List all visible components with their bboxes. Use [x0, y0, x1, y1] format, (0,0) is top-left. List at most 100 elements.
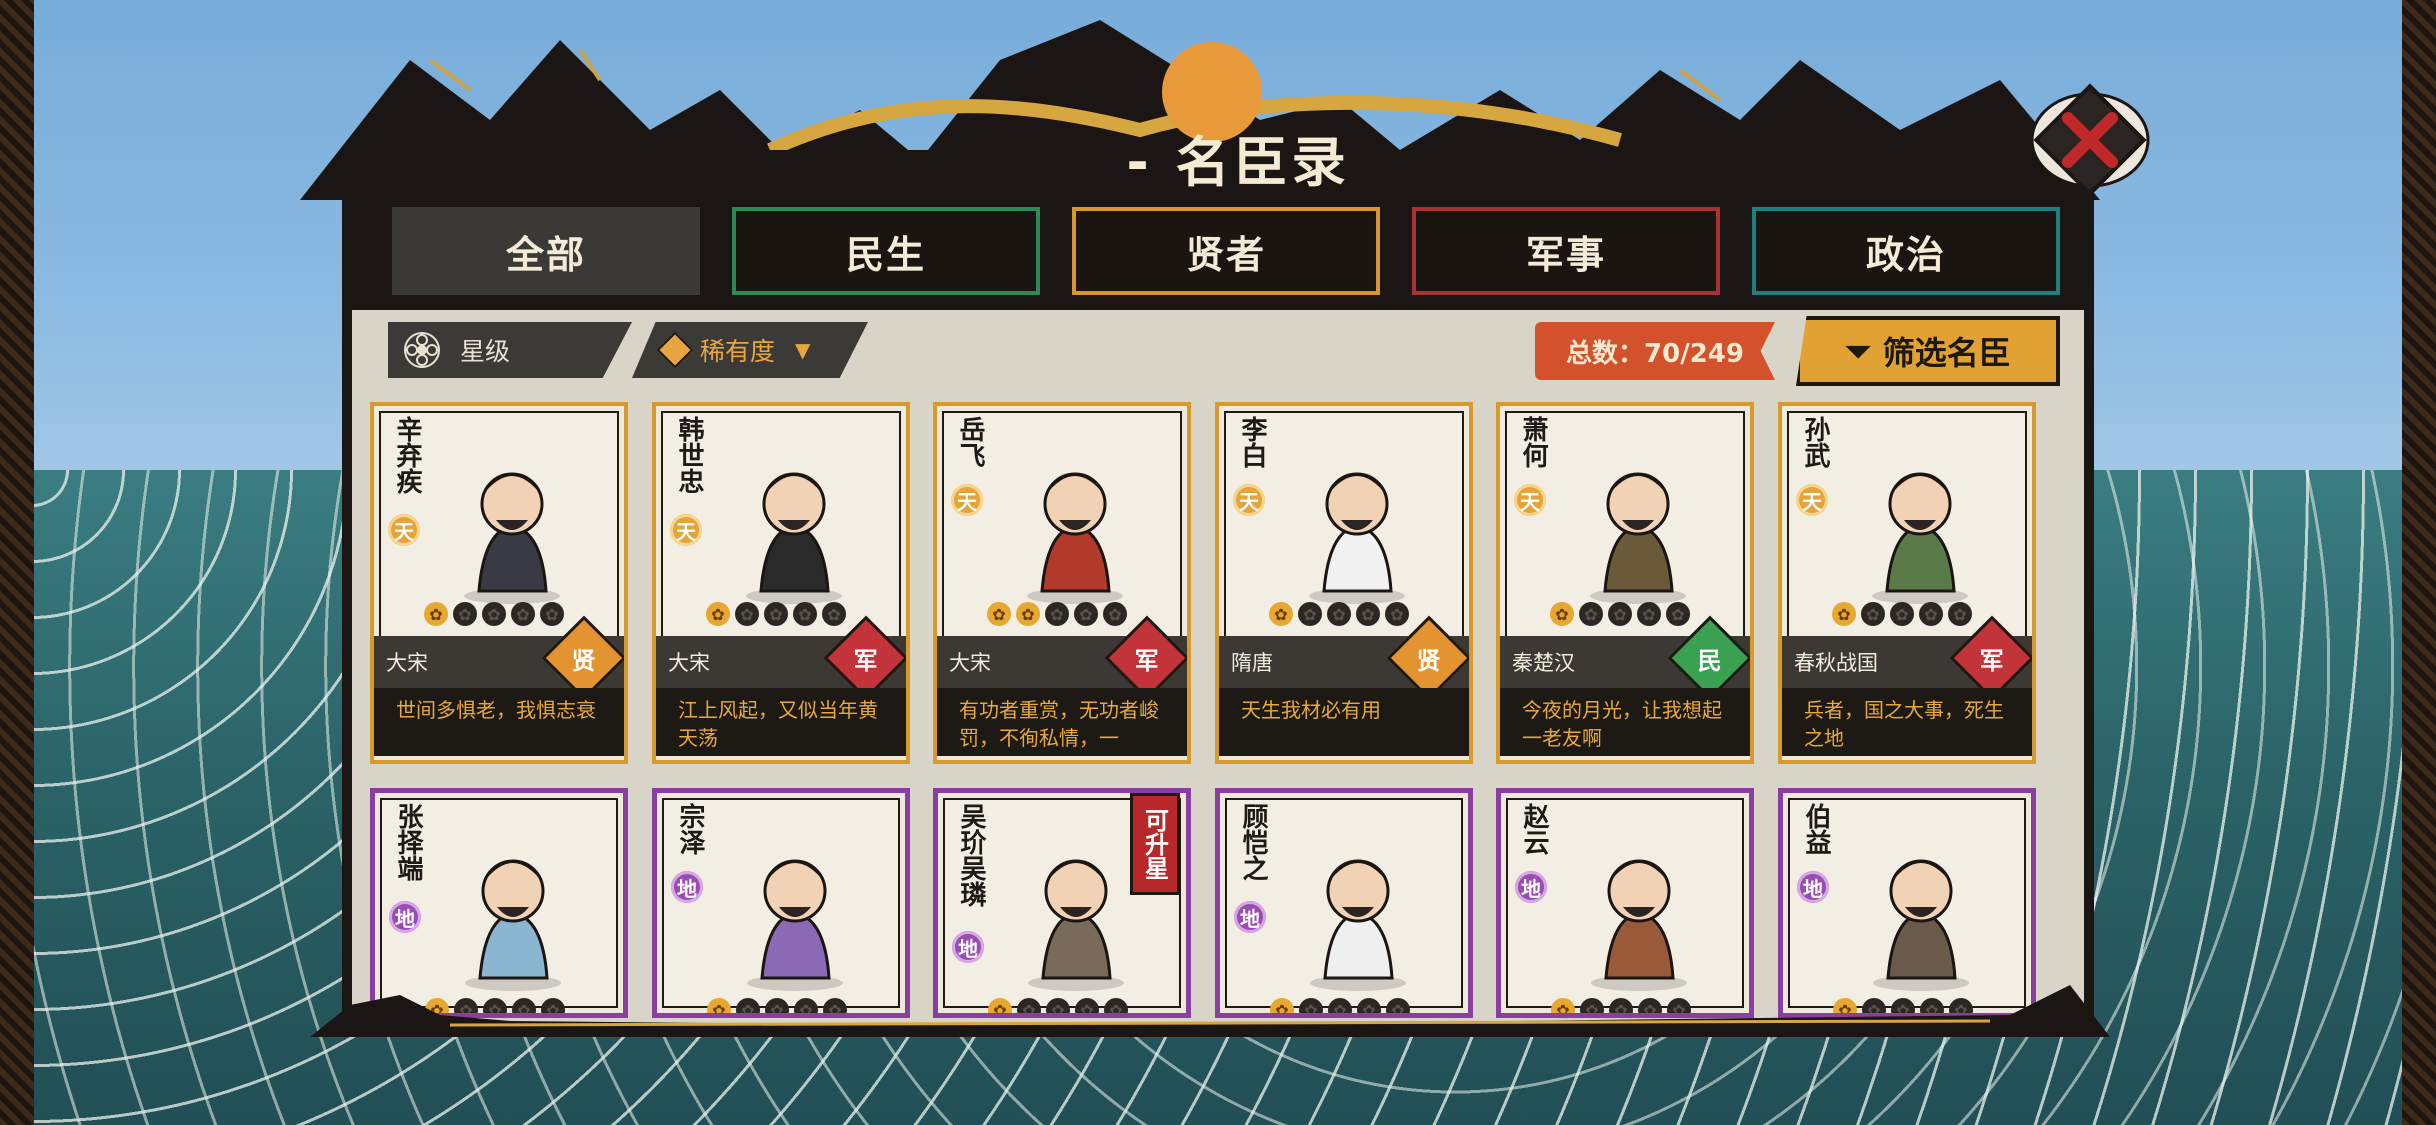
minister-name: 李白 [1237, 416, 1267, 468]
grade-badge: 地 [1234, 901, 1266, 933]
minister-card[interactable]: 岳飞天 ✿ ✿ ✿ ✿ ✿ 大宋军有功者重赏，无功者峻罚，不徇私情，一 [933, 402, 1191, 764]
chevron-down-icon: ▼ [795, 338, 811, 362]
minister-portrait [1027, 472, 1123, 604]
grade-badge: 天 [388, 514, 420, 546]
minister-card[interactable]: 吴玠吴璘地 ✿ ✿ ✿ ✿ ✿ 可升星 [933, 788, 1191, 1018]
minister-card-grid: 辛弃疾天 ✿ ✿ ✿ ✿ ✿ 大宋贤世间多惧老，我惧志衰 韩世忠天 ✿ ✿ ✿ ✿ ✿ 大宋军江上风起，又… [370, 402, 2038, 1030]
grade-badge: 天 [1514, 484, 1546, 516]
tab-politics[interactable]: 政治 [1752, 207, 2060, 295]
star-empty-icon: ✿ [793, 602, 817, 626]
type-badge-label: 民 [1698, 646, 1722, 675]
minister-name: 孙武 [1800, 416, 1830, 468]
star-filled-icon: ✿ [706, 602, 730, 626]
minister-card[interactable]: 顾恺之地 ✿ ✿ ✿ ✿ ✿ [1215, 788, 1473, 1018]
minister-card[interactable]: 赵云地 ✿ ✿ ✿ ✿ ✿ [1496, 788, 1754, 1018]
star-empty-icon: ✿ [1666, 602, 1690, 626]
star-empty-icon: ✿ [1356, 602, 1380, 626]
minister-portrait [1872, 472, 1968, 604]
minister-card[interactable]: 伯益地 ✿ ✿ ✿ ✿ ✿ [1778, 788, 2036, 1018]
minister-card[interactable]: 李白天 ✿ ✿ ✿ ✿ ✿ 隋唐贤天生我材必有用 [1215, 402, 1473, 764]
minister-card[interactable]: 萧何天 ✿ ✿ ✿ ✿ ✿ 秦楚汉民今夜的月光，让我想起一老友啊 [1496, 402, 1754, 764]
type-badge-label: 军 [1135, 646, 1159, 675]
tab-sage[interactable]: 贤者 [1072, 207, 1380, 295]
type-badge-label: 贤 [1417, 646, 1441, 675]
minister-portrait [1028, 859, 1124, 991]
minister-name: 张择端 [393, 803, 423, 881]
star-empty-icon: ✿ [1608, 602, 1632, 626]
star-empty-icon: ✿ [1637, 602, 1661, 626]
grade-badge: 地 [1797, 871, 1829, 903]
star-empty-icon: ✿ [540, 602, 564, 626]
minister-portrait [746, 472, 842, 604]
minister-card[interactable]: 韩世忠天 ✿ ✿ ✿ ✿ ✿ 大宋军江上风起，又似当年黄天荡 [652, 402, 910, 764]
sort-star-label: 星级 [460, 337, 511, 366]
type-badge-label: 军 [1980, 646, 2004, 675]
minister-card[interactable]: 宗泽地 ✿ ✿ ✿ ✿ ✿ [652, 788, 910, 1018]
minister-quote: 有功者重赏，无功者峻罚，不徇私情，一 [937, 688, 1187, 756]
star-empty-icon: ✿ [1298, 602, 1322, 626]
left-frame-border [0, 0, 34, 1125]
star-filled-icon: ✿ [424, 602, 448, 626]
grade-badge: 天 [670, 514, 702, 546]
grade-badge: 天 [1233, 484, 1265, 516]
star-rating: ✿ ✿ ✿ ✿ ✿ [1269, 602, 1409, 626]
minister-name: 宗泽 [675, 803, 705, 855]
diamond-icon [656, 331, 694, 369]
star-rating: ✿ ✿ ✿ ✿ ✿ [1550, 602, 1690, 626]
filter-button-label: 筛选名臣 [1882, 334, 2011, 372]
star-empty-icon: ✿ [453, 602, 477, 626]
star-empty-icon: ✿ [1948, 602, 1972, 626]
sort-bar: 星级 稀有度 ▼ [388, 322, 868, 378]
grade-badge: 天 [951, 484, 983, 516]
star-empty-icon: ✿ [764, 602, 788, 626]
minister-name: 岳飞 [955, 416, 985, 468]
star-empty-icon: ✿ [822, 602, 846, 626]
star-empty-icon: ✿ [1919, 602, 1943, 626]
flower-icon [404, 332, 440, 368]
minister-portrait [1590, 472, 1686, 604]
minister-quote: 江上风起，又似当年黄天荡 [656, 688, 906, 756]
sort-by-star-button[interactable]: 星级 [388, 322, 632, 378]
star-empty-icon: ✿ [1103, 602, 1127, 626]
grade-badge: 地 [389, 901, 421, 933]
star-rating: ✿ ✿ ✿ ✿ ✿ [424, 602, 564, 626]
type-badge-label: 军 [854, 646, 878, 675]
star-rating: ✿ ✿ ✿ ✿ ✿ [706, 602, 846, 626]
filter-ministers-button[interactable]: ⏷ 筛选名臣 [1796, 316, 2060, 386]
minister-quote: 世间多惧老，我惧志衰 [374, 688, 624, 756]
minister-portrait [464, 472, 560, 604]
tab-all[interactable]: 全部 [392, 207, 700, 295]
star-filled-icon: ✿ [1269, 602, 1293, 626]
star-filled-icon: ✿ [1832, 602, 1856, 626]
close-x-icon[interactable] [2030, 78, 2150, 198]
minister-name: 萧何 [1518, 416, 1548, 468]
filter-funnel-icon: ⏷ [1845, 331, 1871, 370]
minister-portrait [1309, 472, 1405, 604]
grade-badge: 地 [671, 871, 703, 903]
minister-quote: 兵者，国之大事，死生之地 [1782, 688, 2032, 756]
star-empty-icon: ✿ [1890, 602, 1914, 626]
minister-portrait [1310, 859, 1406, 991]
tab-military[interactable]: 军事 [1412, 207, 1720, 295]
minister-name: 伯益 [1801, 803, 1831, 855]
minister-portrait [747, 859, 843, 991]
star-rating: ✿ ✿ ✿ ✿ ✿ [1832, 602, 1972, 626]
star-empty-icon: ✿ [1045, 602, 1069, 626]
minister-name: 韩世忠 [674, 416, 704, 494]
sort-by-rarity-button[interactable]: 稀有度 ▼ [632, 322, 868, 378]
grade-badge: 天 [1796, 484, 1828, 516]
right-frame-border [2402, 0, 2436, 1125]
minister-name: 辛弃疾 [392, 416, 422, 494]
minister-card[interactable]: 孙武天 ✿ ✿ ✿ ✿ ✿ 春秋战国军兵者，国之大事，死生之地 [1778, 402, 2036, 764]
star-empty-icon: ✿ [1074, 602, 1098, 626]
sort-rarity-label: 稀有度 [700, 337, 776, 366]
minister-card[interactable]: 张择端地 ✿ ✿ ✿ ✿ ✿ [370, 788, 628, 1018]
minister-name: 顾恺之 [1238, 803, 1268, 881]
minister-portrait [1873, 859, 1969, 991]
category-tabs: 全部 民生 贤者 军事 政治 [392, 207, 2062, 299]
minister-portrait [465, 859, 561, 991]
star-rating: ✿ ✿ ✿ ✿ ✿ [987, 602, 1127, 626]
grade-badge: 地 [1515, 871, 1547, 903]
minister-card[interactable]: 辛弃疾天 ✿ ✿ ✿ ✿ ✿ 大宋贤世间多惧老，我惧志衰 [370, 402, 628, 764]
tab-livelihood[interactable]: 民生 [732, 207, 1040, 295]
